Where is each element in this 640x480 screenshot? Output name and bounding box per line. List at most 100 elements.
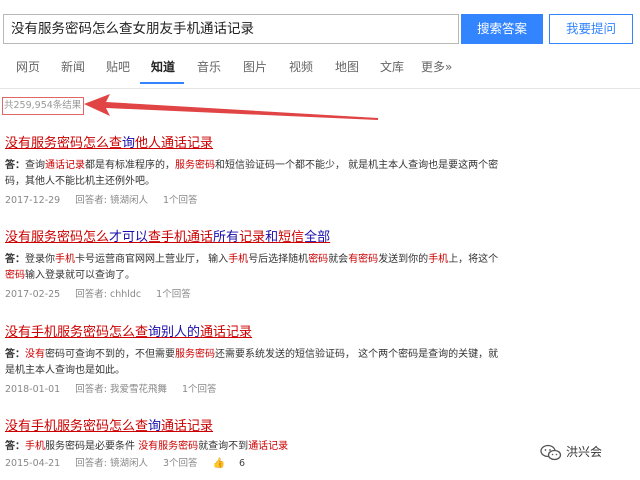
result-answer-count[interactable]: 1个回答 — [156, 289, 191, 300]
highlight-text: 短信 — [278, 230, 305, 245]
result-meta-3: 2018-01-01 回答者: 我爱雪花飛舞 1个回答 — [5, 383, 525, 397]
highlight-text: 记录 — [239, 230, 266, 245]
highlight-text: 通话记录 — [45, 160, 85, 171]
result-title-1[interactable]: 没有服务密码怎么查询他人通话记录 — [5, 135, 525, 152]
thumbs-up-icon: 👍 — [212, 458, 226, 469]
highlight-text: 手机 — [25, 441, 45, 452]
search-answer-button[interactable]: 搜索答案 — [461, 14, 543, 44]
tab-tieba[interactable]: 贴吧 — [106, 54, 130, 80]
result-answerer[interactable]: 回答者: 镜湖闲人 — [75, 458, 148, 469]
result-answer-count[interactable]: 1个回答 — [182, 384, 217, 395]
ask-question-button[interactable]: 我要提问 — [549, 14, 633, 44]
highlight-text: 查手机通话 — [148, 230, 214, 245]
plain-text: 卡号运营商官网网上营业厅， 输入 — [75, 254, 229, 265]
tabs-divider — [0, 88, 640, 89]
result-meta-2: 2017-02-25 回答者: chhldc 1个回答 — [5, 288, 525, 302]
plain-text: 就查询不到 — [198, 441, 249, 452]
highlight-text: 没有服务密码 — [138, 441, 199, 452]
plain-text: 都是有标准程序的， — [85, 160, 175, 171]
highlight-text: 手机 — [55, 254, 75, 265]
highlight-text: 密码 — [5, 270, 25, 281]
link-text: 询 — [122, 136, 136, 151]
result-answerer[interactable]: 回答者: 我爱雪花飛舞 — [75, 384, 167, 395]
result-meta-4: 2015-04-21 回答者: 镜湖闲人 3个回答 👍 6 — [5, 457, 525, 471]
tab-news[interactable]: 新闻 — [61, 54, 85, 80]
result-item-3: 没有手机服务密码怎么查询别人的通话记录 答：没有密码可查询不到的，不但需要服务密… — [5, 324, 525, 397]
plain-text: 发送到你的 — [378, 254, 429, 265]
wechat-icon — [540, 444, 562, 460]
result-date: 2018-01-01 — [5, 384, 61, 395]
result-title-4[interactable]: 没有手机服务密码怎么查询通话记录 — [5, 418, 525, 435]
highlight-text: 服务密码 — [175, 349, 215, 360]
result-answer-3: 答：没有密码可查询不到的，不但需要服务密码还需要系统发送的短信验证码， 这个两个… — [5, 347, 500, 379]
plain-text: 登录你 — [25, 254, 55, 265]
plain-text: 上，将这个 — [448, 254, 499, 265]
link-text: 全部 — [304, 230, 331, 245]
link-text: 所有 — [213, 230, 240, 245]
tab-zhidao[interactable]: 知道 — [151, 54, 175, 80]
search-input[interactable]: 没有服务密码怎么查女朋友手机通话记录 — [3, 14, 459, 44]
result-item-1: 没有服务密码怎么查询他人通话记录 答：查询通话记录都是有标准程序的，服务密码和短… — [5, 135, 525, 208]
plain-text: 服务密码是必要条件 — [45, 441, 139, 452]
link-text: 才可以 — [109, 230, 149, 245]
highlight-text: 服务密码 — [175, 160, 215, 171]
plain-text: 号后选择随机 — [248, 254, 309, 265]
result-date: 2017-12-29 — [5, 195, 61, 206]
result-title-2[interactable]: 没有服务密码怎么才可以查手机通话所有记录和短信全部 — [5, 229, 525, 246]
result-item-4: 没有手机服务密码怎么查询通话记录 答：手机服务密码是必要条件 没有服务密码就查询… — [5, 418, 525, 471]
active-tab-indicator — [140, 82, 184, 84]
highlight-text: 通话记录 — [161, 419, 214, 434]
plain-text: 就会 — [328, 254, 349, 265]
answer-text: 查询通话记录都是有标准程序的，服务密码和短信验证码一个都不能少， 就是机主本人查… — [5, 160, 498, 187]
watermark: 洪兴会 — [540, 440, 640, 464]
highlight-text: 密码 — [308, 254, 329, 265]
highlight-text: 通话记录 — [248, 441, 289, 452]
answer-label: 答： — [5, 160, 25, 171]
result-date: 2015-04-21 — [5, 458, 61, 469]
tab-music[interactable]: 音乐 — [197, 54, 221, 80]
tab-video[interactable]: 视频 — [289, 54, 313, 80]
result-answerer[interactable]: 回答者: 镜湖闲人 — [75, 195, 148, 206]
link-text: 询 — [148, 419, 162, 434]
result-count: 共259,954条结果 — [4, 100, 82, 111]
tab-more[interactable]: 更多» — [421, 54, 452, 80]
result-title-3[interactable]: 没有手机服务密码怎么查询别人的通话记录 — [5, 324, 525, 341]
highlight-text: 通话记录 — [200, 325, 253, 340]
link-text: 和 — [265, 230, 279, 245]
tab-map[interactable]: 地图 — [335, 54, 359, 80]
answer-label: 答： — [5, 441, 25, 452]
plain-text: 密码可查询不到的，不但需要 — [45, 349, 175, 360]
result-answer-4: 答：手机服务密码是必要条件 没有服务密码就查询不到通话记录 — [5, 439, 500, 455]
like-count: 6 — [239, 458, 246, 469]
plain-text: 输入登录就可以查询了。 — [25, 270, 135, 281]
highlight-text: 没有手机服务密码怎么查 — [5, 419, 149, 434]
tab-webpage[interactable]: 网页 — [16, 54, 40, 80]
category-tabs: 网页 新闻 贴吧 知道 音乐 图片 视频 地图 文库 更多» — [0, 54, 640, 88]
answer-label: 答： — [5, 349, 25, 360]
result-answerer[interactable]: 回答者: chhldc — [75, 289, 141, 300]
highlight-text: 他人通话记录 — [135, 136, 214, 151]
result-answer-1: 答：查询通话记录都是有标准程序的，服务密码和短信验证码一个都不能少， 就是机主本… — [5, 158, 500, 190]
result-item-2: 没有服务密码怎么才可以查手机通话所有记录和短信全部 答：登录你手机卡号运营商官网… — [5, 229, 525, 302]
annotation-arrow-icon — [84, 94, 378, 120]
answer-text: 登录你手机卡号运营商官网网上营业厅， 输入手机号后选择随机密码就会有密码发送到你… — [5, 254, 498, 281]
link-text: 询别人的 — [148, 325, 201, 340]
result-answer-count[interactable]: 3个回答 — [163, 458, 198, 469]
answer-text: 手机服务密码是必要条件 没有服务密码就查询不到通话记录 — [25, 441, 288, 452]
result-answer-count[interactable]: 1个回答 — [163, 195, 198, 206]
highlight-text: 没有手机服务密码怎么查 — [5, 325, 149, 340]
tab-wenku[interactable]: 文库 — [380, 54, 404, 80]
tab-images[interactable]: 图片 — [243, 54, 267, 80]
like-button[interactable]: 👍 6 — [213, 458, 258, 469]
highlight-text: 没有服务密码怎么查 — [5, 136, 123, 151]
result-date: 2017-02-25 — [5, 289, 61, 300]
watermark-text: 洪兴会 — [566, 445, 603, 459]
result-answer-2: 答：登录你手机卡号运营商官网网上营业厅， 输入手机号后选择随机密码就会有密码发送… — [5, 252, 500, 284]
answer-text: 没有密码可查询不到的，不但需要服务密码还需要系统发送的短信验证码， 这个两个密码… — [5, 349, 498, 376]
highlight-text: 手机 — [228, 254, 249, 265]
highlight-text: 没有 — [25, 349, 45, 360]
highlight-text: 有密码 — [348, 254, 379, 265]
result-meta-1: 2017-12-29 回答者: 镜湖闲人 1个回答 — [5, 194, 525, 208]
answer-label: 答： — [5, 254, 25, 265]
highlight-text: 没有服务密码怎么 — [5, 230, 110, 245]
